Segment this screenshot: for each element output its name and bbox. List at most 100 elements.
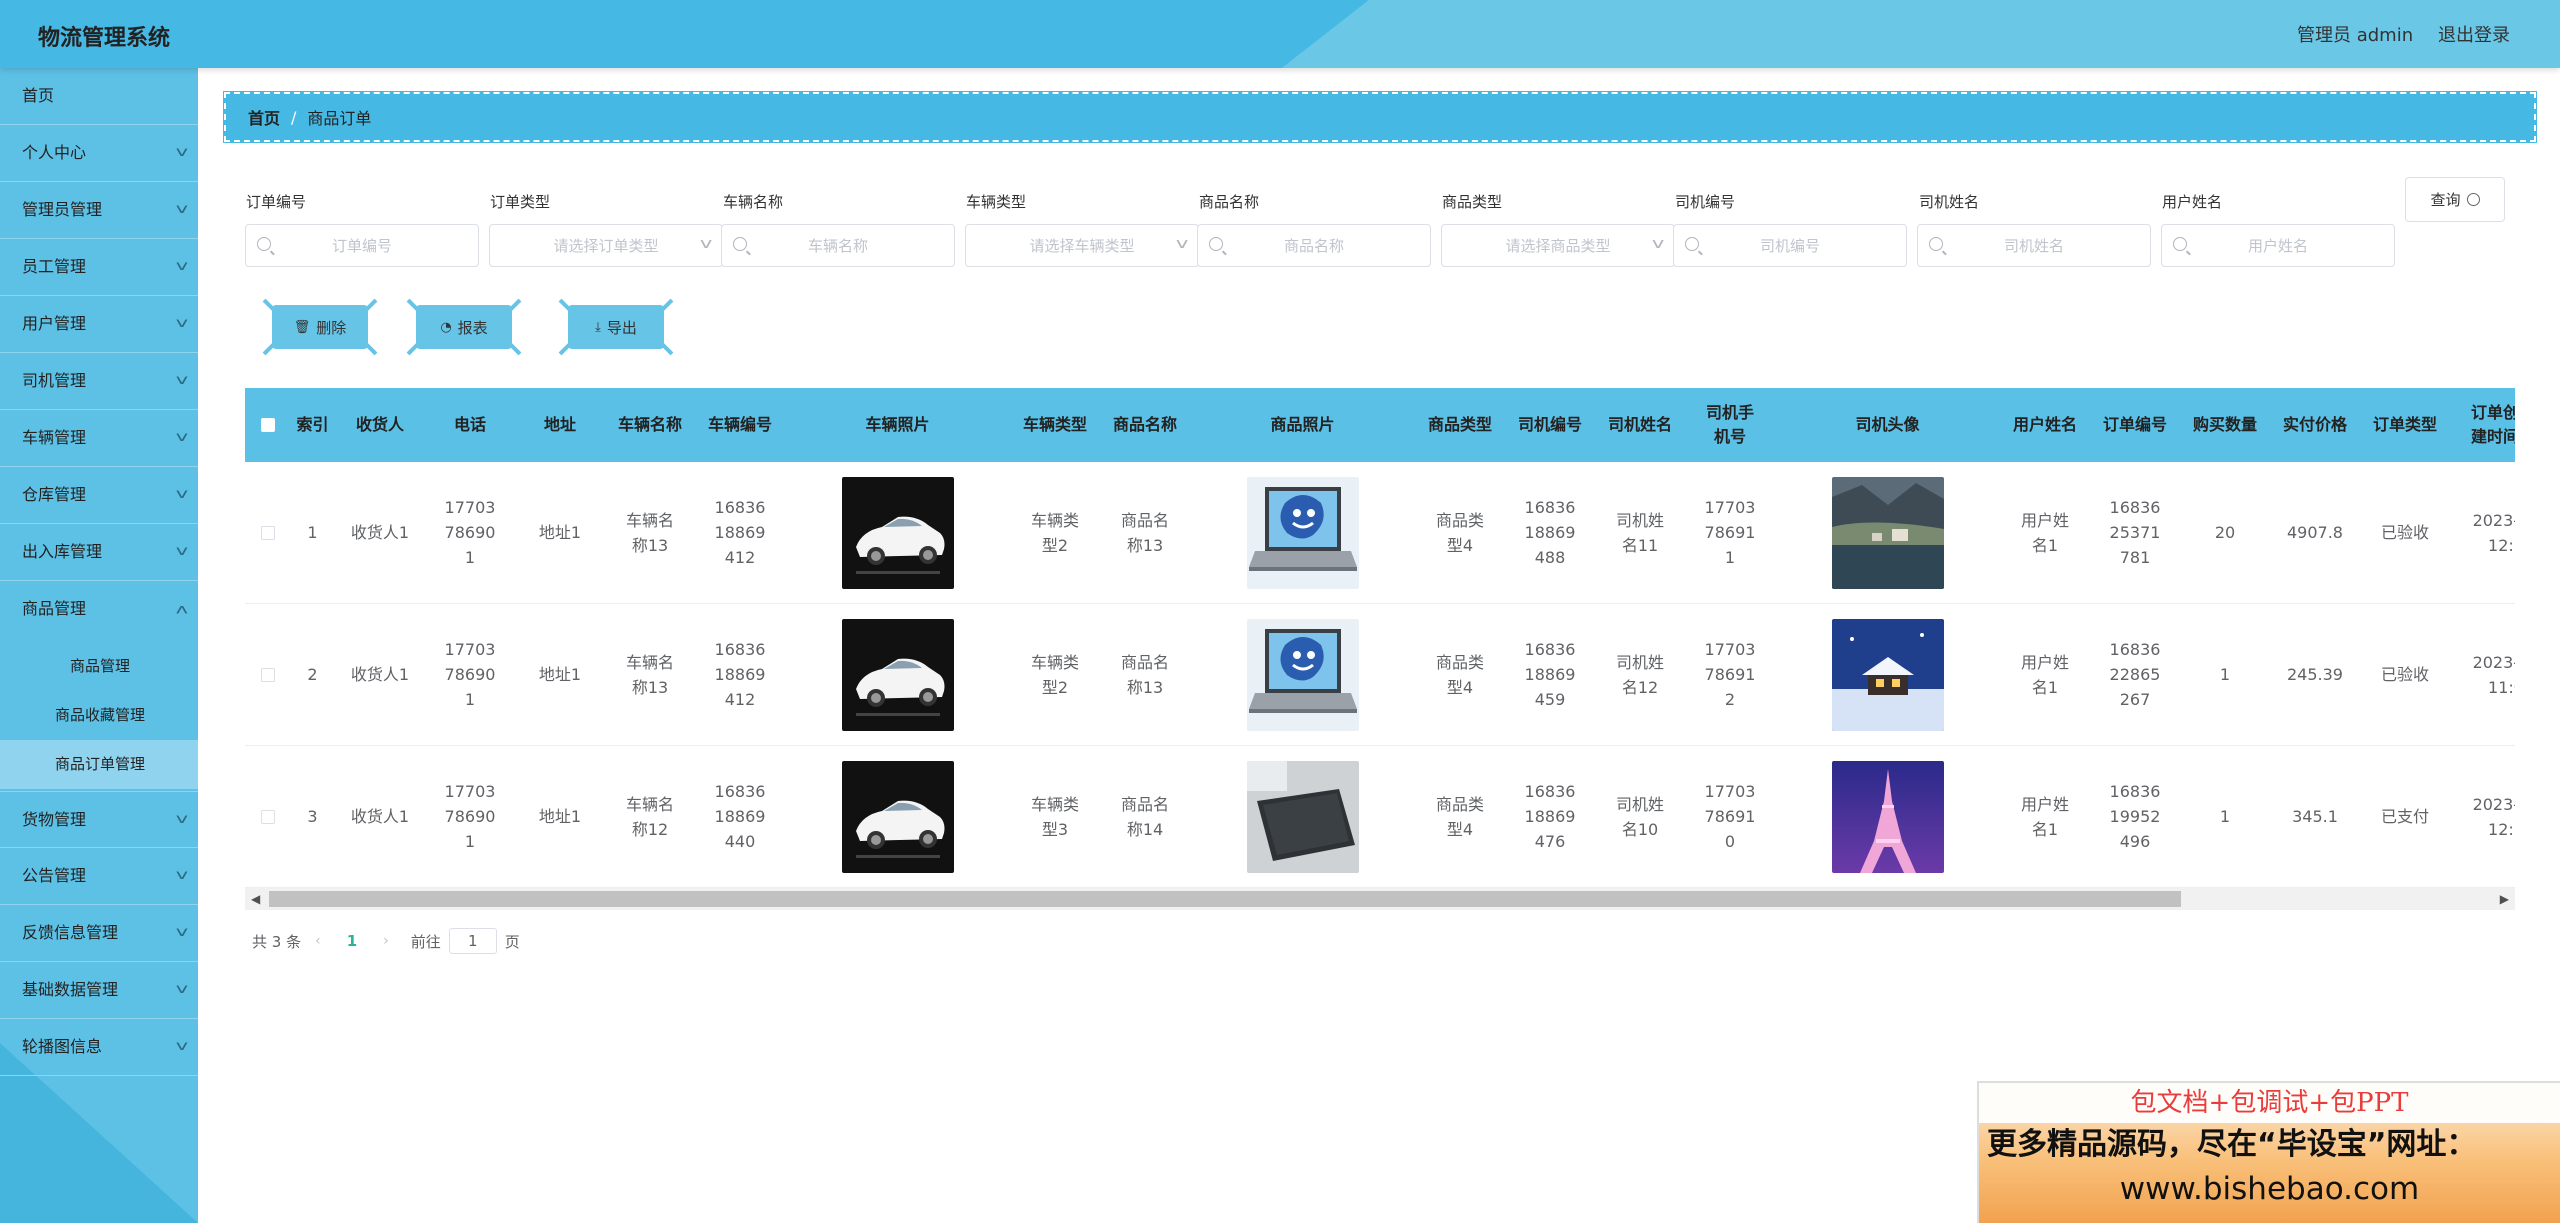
sidebar-item-basedata[interactable]: 基础数据管理 v bbox=[0, 962, 198, 1019]
table-cell-order-type: 已验收 bbox=[2380, 665, 2429, 684]
table-row[interactable]: 2 收货人1 17703786901 地址1 车辆名称13 1683618869412 车辆… bbox=[245, 604, 2515, 746]
query-label: 查询 bbox=[2430, 191, 2461, 209]
ad-banner[interactable]: 包文档+包调试+包PPT 更多精品源码，尽在“毕设宝”网址： www.bishe… bbox=[1977, 1081, 2560, 1223]
scroll-left-icon[interactable]: ◀ bbox=[251, 892, 260, 906]
row-checkbox[interactable] bbox=[260, 667, 275, 682]
label-order-no: 订单编号 bbox=[246, 193, 307, 211]
sidebar-item-carousel[interactable]: 轮播图信息 v bbox=[0, 1019, 198, 1076]
sidebar-item-home[interactable]: 首页 bbox=[0, 68, 198, 125]
table-hscrollbar[interactable]: ◀ ▶ bbox=[245, 888, 2515, 910]
breadcrumb-home[interactable]: 首页 bbox=[248, 105, 280, 129]
goods-photo[interactable] bbox=[1246, 476, 1359, 589]
col-header: 商品名称 bbox=[1112, 415, 1177, 434]
vehicle-name-input[interactable]: 车辆名称 bbox=[721, 224, 955, 267]
field-placeholder: 商品名称 bbox=[1283, 237, 1344, 255]
chevron-down-icon: v bbox=[175, 544, 189, 559]
table-cell-vehicle-type: 车辆类型2 bbox=[1030, 510, 1079, 555]
sidebar-item-cargo[interactable]: 货物管理 v bbox=[0, 791, 198, 848]
breadcrumb-separator: / bbox=[291, 107, 297, 127]
table-cell-vehicle-type: 车辆类型2 bbox=[1030, 652, 1079, 697]
table-cell-vehicle-name: 车辆名称12 bbox=[625, 794, 674, 839]
submenu-goods-favorites[interactable]: 商品收藏管理 bbox=[0, 691, 198, 740]
chevron-down-icon: v bbox=[175, 1039, 189, 1054]
table-cell-vehicle-no: 1683618869412 bbox=[714, 640, 766, 709]
table-cell-goods-type: 商品类型4 bbox=[1435, 652, 1484, 697]
user-name-input[interactable]: 用户姓名 bbox=[2161, 224, 2395, 267]
col-header: 商品照片 bbox=[1270, 415, 1335, 434]
search-icon bbox=[1685, 237, 1699, 251]
chevron-down-icon: v bbox=[175, 487, 189, 502]
vehicle-type-select[interactable]: 请选择车辆类型 v bbox=[965, 224, 1199, 267]
col-header: 订单类型 bbox=[2372, 415, 2437, 434]
scrollbar-thumb[interactable] bbox=[269, 891, 2181, 907]
col-header: 用户姓名 bbox=[2012, 415, 2077, 434]
sidebar-item-admins[interactable]: 管理员管理 v bbox=[0, 182, 198, 239]
query-button[interactable]: 查询 bbox=[2405, 177, 2505, 222]
page-jump-input[interactable]: 1 bbox=[448, 928, 497, 954]
col-header: 地址 bbox=[543, 415, 576, 434]
sidebar-item-staff[interactable]: 员工管理 v bbox=[0, 239, 198, 296]
vehicle-photo-cell bbox=[785, 604, 1010, 745]
chevron-down-icon: v bbox=[175, 982, 189, 997]
table-cell-vehicle-no: 1683618869412 bbox=[714, 498, 766, 567]
delete-button[interactable]: 🗑 删除 bbox=[262, 298, 378, 356]
table-cell-phone: 17703786901 bbox=[444, 498, 496, 567]
vehicle-photo[interactable] bbox=[841, 476, 954, 589]
sidebar-item-feedback[interactable]: 反馈信息管理 v bbox=[0, 905, 198, 962]
table-cell-time: 2023-09 12:3 bbox=[2472, 794, 2515, 839]
prev-page-icon[interactable]: ‹ bbox=[315, 933, 321, 949]
pager-current[interactable]: 1 bbox=[347, 932, 357, 950]
sidebar-item-warehouse[interactable]: 仓库管理 v bbox=[0, 467, 198, 524]
row-checkbox[interactable] bbox=[260, 809, 275, 824]
pager-total: 共 3 条 bbox=[252, 932, 302, 951]
table-cell-qty: 1 bbox=[2219, 665, 2231, 684]
search-icon bbox=[257, 237, 271, 251]
sidebar-item-notices[interactable]: 公告管理 v bbox=[0, 848, 198, 905]
driver-avatar[interactable] bbox=[1831, 760, 1944, 873]
table-cell-address: 地址1 bbox=[538, 523, 582, 542]
sidebar-item-drivers[interactable]: 司机管理 v bbox=[0, 353, 198, 410]
logout-link[interactable]: 退出登录 bbox=[2438, 21, 2510, 47]
goods-photo[interactable] bbox=[1246, 760, 1359, 873]
driver-no-input[interactable]: 司机编号 bbox=[1673, 224, 1907, 267]
table-row[interactable]: 1 收货人1 17703786901 地址1 车辆名称13 1683618869412 车辆… bbox=[245, 462, 2515, 604]
select-all-checkbox[interactable] bbox=[260, 418, 275, 432]
table-cell-phone: 17703786901 bbox=[444, 782, 496, 851]
sidebar-item-inout[interactable]: 出入库管理 v bbox=[0, 524, 198, 581]
scroll-right-icon[interactable]: ▶ bbox=[2500, 892, 2509, 906]
table-row[interactable]: 3 收货人1 17703786901 地址1 车辆名称12 1683618869440 车辆… bbox=[245, 746, 2515, 888]
label-order-type: 订单类型 bbox=[490, 193, 551, 211]
row-checkbox[interactable] bbox=[260, 525, 275, 540]
export-label: 导出 bbox=[606, 318, 637, 337]
table-cell-qty: 1 bbox=[2219, 807, 2231, 826]
driver-avatar[interactable] bbox=[1831, 618, 1944, 731]
report-button[interactable]: ◔ 报表 bbox=[406, 298, 522, 356]
table-cell-time: 2023-09 12:5 bbox=[2472, 510, 2515, 555]
vehicle-photo[interactable] bbox=[841, 760, 954, 873]
table-cell-driver-name: 司机姓名11 bbox=[1615, 510, 1664, 555]
submenu-goods-orders[interactable]: 商品订单管理 bbox=[0, 740, 198, 789]
sidebar-item-label: 车辆管理 bbox=[22, 428, 87, 447]
field-placeholder: 司机姓名 bbox=[2003, 237, 2064, 255]
sidebar-item-profile[interactable]: 个人中心 v bbox=[0, 125, 198, 182]
order-no-input[interactable]: 订单编号 bbox=[245, 224, 479, 267]
sidebar-item-vehicles[interactable]: 车辆管理 v bbox=[0, 410, 198, 467]
table-cell-index: 3 bbox=[307, 807, 318, 826]
vehicle-photo[interactable] bbox=[841, 618, 954, 731]
driver-avatar[interactable] bbox=[1831, 476, 1944, 589]
goods-name-input[interactable]: 商品名称 bbox=[1197, 224, 1431, 267]
order-type-select[interactable]: 请选择订单类型 v bbox=[489, 224, 723, 267]
sidebar-item-users[interactable]: 用户管理 v bbox=[0, 296, 198, 353]
col-header: 车辆照片 bbox=[865, 415, 930, 434]
table-cell-user-name: 用户姓名1 bbox=[2020, 510, 2069, 555]
submenu-goods[interactable]: 商品管理 bbox=[0, 642, 198, 691]
field-placeholder: 司机编号 bbox=[1759, 237, 1820, 255]
sidebar-item-goods[interactable]: 商品管理 v bbox=[0, 581, 198, 638]
next-page-icon[interactable]: › bbox=[383, 933, 389, 949]
sidebar-item-label: 员工管理 bbox=[22, 257, 87, 276]
goods-type-select[interactable]: 请选择商品类型 v bbox=[1441, 224, 1675, 267]
export-button[interactable]: ⤓ 导出 bbox=[558, 298, 674, 356]
driver-name-input[interactable]: 司机姓名 bbox=[1917, 224, 2151, 267]
goods-photo[interactable] bbox=[1246, 618, 1359, 731]
breadcrumb: 首页 / 商品订单 bbox=[223, 91, 2537, 143]
